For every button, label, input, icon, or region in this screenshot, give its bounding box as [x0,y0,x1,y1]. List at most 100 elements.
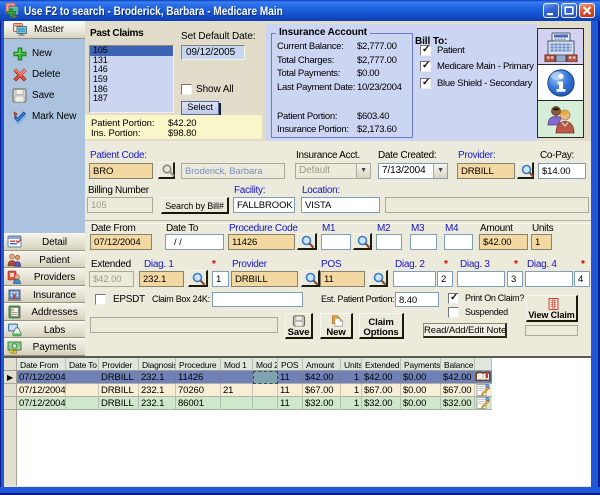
cell-procedure[interactable]: 70260 [176,384,221,397]
sidebar-action-save[interactable]: Save [4,86,85,106]
location-field[interactable]: VISTA [301,197,380,213]
chevron-down-icon[interactable]: ▼ [433,164,447,178]
patient-search-button[interactable] [158,162,175,179]
grid-row[interactable]: 07/12/2004 DRBILL 232.1 86001 11 $32.00 … [17,397,479,410]
units-field[interactable]: 1 [531,234,552,250]
diag3-num-field[interactable]: 3 [507,271,523,287]
date-created-dropdown[interactable]: 7/13/2004 ▼ [378,163,448,179]
cell-procedure[interactable]: 11426 [176,371,221,384]
sidebar-action-delete[interactable]: Delete [4,65,85,85]
chevron-down-icon[interactable]: ▼ [356,164,370,178]
column-header[interactable]: Units [341,358,362,371]
column-header[interactable]: Diagnosis [139,358,176,371]
pos-search-button[interactable] [369,270,388,287]
column-header[interactable]: Balance [441,358,475,371]
column-header[interactable]: Provider [99,358,139,371]
cell-units[interactable]: 1 [341,397,362,410]
minimize-button[interactable] [543,3,559,18]
bill-to-blueshield-checkbox[interactable]: ✓ [420,78,431,89]
sidebar-header-master[interactable]: Master [4,21,85,39]
sidebar-action-mark-new[interactable]: Mark New [4,107,85,127]
sidebar-item-detail[interactable]: Detail [4,233,85,251]
cell-amount[interactable]: $32.00 [303,397,341,410]
sidebar-item-labs[interactable]: Labs [4,321,85,339]
cell-units[interactable]: 1 [341,384,362,397]
bill-to-patient-checkbox[interactable]: ✓ [420,45,431,56]
cell-date-from[interactable]: 07/12/2004 [17,371,66,384]
diag1-search-button[interactable] [188,270,208,287]
column-header[interactable]: Payments [401,358,441,371]
cell-date-to[interactable] [66,397,99,410]
column-header[interactable]: Procedure [176,358,221,371]
m4-field[interactable] [444,234,473,250]
cell-procedure[interactable]: 86001 [176,397,221,410]
bill-to-medicare-checkbox[interactable]: ✓ [420,61,431,72]
print-on-claim-checkbox[interactable]: ✓ [448,293,459,304]
provider2-field[interactable]: DRBILL [231,271,298,287]
column-header[interactable]: Amount [303,358,341,371]
cell-date-from[interactable]: 07/12/2004 [17,397,66,410]
row-icon-cell[interactable] [475,384,492,397]
cell-payments[interactable]: $0.00 [401,371,441,384]
diag1-field[interactable]: 232.1 [139,271,184,287]
grid-row-selected[interactable]: 07/12/2004 DRBILL 232.1 11426 11 $42.00 … [17,371,479,384]
new-claim-button[interactable]: New [320,313,353,339]
procedure-code-field[interactable]: 11426 [228,234,295,250]
close-button[interactable] [579,3,595,18]
cell-date-to[interactable] [66,371,99,384]
cell-provider[interactable]: DRBILL [99,371,139,384]
search-by-bill-button[interactable]: Search by Bill# [161,197,229,214]
cell-mod2-focused[interactable] [253,371,278,384]
maximize-button[interactable] [561,3,577,18]
claim-options-button[interactable]: Claim Options [359,313,404,339]
sidebar-item-payments[interactable]: Payments [4,338,85,356]
list-item[interactable]: 187 [90,94,173,104]
m2-field[interactable] [376,234,402,250]
view-claim-button[interactable]: View Claim [526,295,578,322]
pos-field[interactable]: 11 [320,271,365,287]
diag2-field[interactable] [393,271,436,287]
diag4-num-field[interactable]: 4 [574,271,590,287]
cell-diagnosis[interactable]: 232.1 [139,371,176,384]
diag3-field[interactable] [457,271,505,287]
cell-mod2[interactable] [253,397,278,410]
insurance-acct-dropdown[interactable]: Default ▼ [295,163,371,179]
row-icon-cell[interactable] [475,371,492,384]
cell-mod1[interactable] [221,371,253,384]
provider2-search-button[interactable] [301,270,320,287]
diag4-field[interactable] [525,271,573,287]
sidebar-item-addresses[interactable]: Addresses [4,303,85,321]
diag2-num-field[interactable]: 2 [437,271,453,287]
column-header[interactable]: Mod 1 [221,358,253,371]
column-header[interactable]: Date From [17,358,66,371]
select-button[interactable]: Select [181,101,219,115]
m3-field[interactable] [410,234,437,250]
set-default-date-field[interactable]: 09/12/2005 [181,45,245,60]
amount-field[interactable]: $42.00 [479,234,528,250]
cell-balance[interactable]: $67.00 [441,384,475,397]
cell-mod1[interactable]: 21 [221,384,253,397]
claim-box-field[interactable] [212,292,303,307]
column-header[interactable]: Extended [362,358,401,371]
title-bar[interactable]: Use F2 to search - Broderick, Barbara - … [0,0,600,21]
date-to-field[interactable]: / / [165,234,224,250]
provider-field[interactable]: DRBILL [457,163,515,179]
save-claim-button[interactable]: Save [285,313,313,339]
cell-diagnosis[interactable]: 232.1 [139,397,176,410]
cell-date-from[interactable]: 07/12/2004 [17,384,66,397]
grid-row[interactable]: 07/12/2004 DRBILL 232.1 70260 21 11 $67.… [17,384,479,397]
cell-payments[interactable]: $0.00 [401,384,441,397]
cell-extended[interactable]: $32.00 [362,397,401,410]
cell-amount[interactable]: $67.00 [303,384,341,397]
note-button[interactable]: Read/Add/Edit Note [423,323,507,338]
cell-balance[interactable]: $32.00 [441,397,475,410]
cell-pos[interactable]: 11 [278,384,303,397]
cell-date-to[interactable] [66,384,99,397]
cell-mod1[interactable] [221,397,253,410]
facility-field[interactable]: FALLBROOK [233,197,295,213]
cell-units[interactable]: 1 [341,371,362,384]
billing-button[interactable] [538,29,583,65]
cell-payments[interactable]: $0.00 [401,397,441,410]
provider-search-button[interactable] [517,162,534,179]
est-patient-portion-field[interactable]: 8.40 [395,292,439,307]
